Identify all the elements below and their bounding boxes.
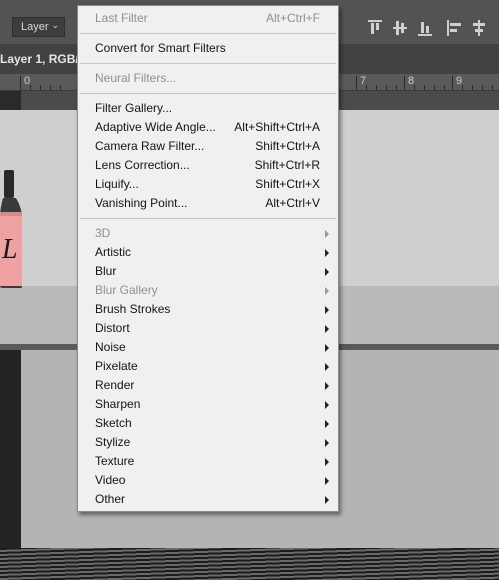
menu-item-sharpen[interactable]: Sharpen <box>78 395 338 414</box>
filter-menu: Last Filter Alt+Ctrl+F Convert for Smart… <box>77 5 339 512</box>
menu-item-label: Noise <box>95 340 126 354</box>
submenu-arrow-icon <box>325 458 329 466</box>
menu-item-liquify[interactable]: Liquify... Shift+Ctrl+X <box>78 175 338 194</box>
submenu-arrow-icon <box>325 230 329 238</box>
menu-item-last-filter[interactable]: Last Filter Alt+Ctrl+F <box>78 9 338 28</box>
submenu-arrow-icon <box>325 325 329 333</box>
menu-item-label: Lens Correction... <box>95 158 190 172</box>
menu-item-convert-smart-filters[interactable]: Convert for Smart Filters <box>78 39 338 58</box>
menu-item-label: Camera Raw Filter... <box>95 139 205 153</box>
menu-item-label: Brush Strokes <box>95 302 171 316</box>
menu-item-texture[interactable]: Texture <box>78 452 338 471</box>
menu-item-label: Video <box>95 473 126 487</box>
menu-item-shortcut: Alt+Ctrl+F <box>265 11 320 25</box>
canvas-floor <box>0 548 499 580</box>
menu-item-video[interactable]: Video <box>78 471 338 490</box>
align-hcenter-icon[interactable] <box>472 20 486 36</box>
bottle-label-text: L <box>1 234 18 265</box>
submenu-arrow-icon <box>325 306 329 314</box>
chevron-down-icon: ⌄ <box>51 20 59 30</box>
align-bottom-icon[interactable] <box>418 20 432 36</box>
menu-item-shortcut: Shift+Ctrl+R <box>254 158 320 172</box>
menu-item-label: Last Filter <box>95 11 148 25</box>
submenu-arrow-icon <box>325 344 329 352</box>
menu-item-render[interactable]: Render <box>78 376 338 395</box>
menu-item-label: Neural Filters... <box>95 71 177 85</box>
canvas-dark-column <box>0 350 21 550</box>
submenu-arrow-icon <box>325 382 329 390</box>
menu-item-label: Convert for Smart Filters <box>95 41 226 55</box>
align-vcenter-icon[interactable] <box>393 20 407 36</box>
menu-item-artistic[interactable]: Artistic <box>78 243 338 262</box>
auto-select-dropdown[interactable]: Layer ⌄ <box>12 17 65 37</box>
menu-item-label: Liquify... <box>95 177 139 191</box>
menu-separator <box>80 93 336 94</box>
menu-item-label: Pixelate <box>95 359 138 373</box>
menu-item-brush-strokes[interactable]: Brush Strokes <box>78 300 338 319</box>
menu-item-label: Render <box>95 378 135 392</box>
menu-item-label: Texture <box>95 454 135 468</box>
submenu-arrow-icon <box>325 477 329 485</box>
menu-item-pixelate[interactable]: Pixelate <box>78 357 338 376</box>
menu-item-label: 3D <box>95 226 111 240</box>
submenu-arrow-icon <box>325 420 329 428</box>
menu-item-lens-correction[interactable]: Lens Correction... Shift+Ctrl+R <box>78 156 338 175</box>
menu-item-noise[interactable]: Noise <box>78 338 338 357</box>
menu-item-label: Blur Gallery <box>95 283 158 297</box>
menu-item-label: Artistic <box>95 245 131 259</box>
submenu-arrow-icon <box>325 401 329 409</box>
menu-item-other[interactable]: Other <box>78 490 338 509</box>
menu-item-label: Stylize <box>95 435 131 449</box>
menu-item-label: Sketch <box>95 416 132 430</box>
auto-select-value: Layer <box>21 21 49 33</box>
menu-item-shortcut: Alt+Ctrl+V <box>265 196 320 210</box>
menu-item-stylize[interactable]: Stylize <box>78 433 338 452</box>
menu-separator <box>80 218 336 219</box>
menu-item-shortcut: Shift+Ctrl+A <box>255 139 320 153</box>
align-top-icon[interactable] <box>368 20 382 36</box>
menu-item-camera-raw-filter[interactable]: Camera Raw Filter... Shift+Ctrl+A <box>78 137 338 156</box>
menu-item-label: Filter Gallery... <box>95 101 173 115</box>
document-tab-title: Layer 1, RGB/8 <box>0 52 86 66</box>
submenu-arrow-icon <box>325 287 329 295</box>
menu-item-label: Other <box>95 492 126 506</box>
submenu-arrow-icon <box>325 249 329 257</box>
menu-item-label: Blur <box>95 264 117 278</box>
menu-item-filter-gallery[interactable]: Filter Gallery... <box>78 99 338 118</box>
submenu-arrow-icon <box>325 439 329 447</box>
menu-item-adaptive-wide-angle[interactable]: Adaptive Wide Angle... Alt+Shift+Ctrl+A <box>78 118 338 137</box>
menu-item-blur[interactable]: Blur <box>78 262 338 281</box>
menu-item-label: Distort <box>95 321 130 335</box>
menu-item-distort[interactable]: Distort <box>78 319 338 338</box>
menu-item-3d[interactable]: 3D <box>78 224 338 243</box>
menu-separator <box>80 33 336 34</box>
menu-separator <box>80 63 336 64</box>
menu-item-blur-gallery[interactable]: Blur Gallery <box>78 281 338 300</box>
menu-item-neural-filters[interactable]: Neural Filters... <box>78 69 338 88</box>
submenu-arrow-icon <box>325 363 329 371</box>
menu-item-sketch[interactable]: Sketch <box>78 414 338 433</box>
submenu-arrow-icon <box>325 268 329 276</box>
menu-item-label: Adaptive Wide Angle... <box>95 120 216 134</box>
submenu-arrow-icon <box>325 496 329 504</box>
menu-item-label: Sharpen <box>95 397 141 411</box>
align-left-icon[interactable] <box>447 20 461 36</box>
menu-item-shortcut: Shift+Ctrl+X <box>255 177 320 191</box>
menu-item-shortcut: Alt+Shift+Ctrl+A <box>234 120 320 134</box>
menu-item-vanishing-point[interactable]: Vanishing Point... Alt+Ctrl+V <box>78 194 338 213</box>
wine-bottle-image: L <box>0 170 22 288</box>
menu-item-label: Vanishing Point... <box>95 196 188 210</box>
